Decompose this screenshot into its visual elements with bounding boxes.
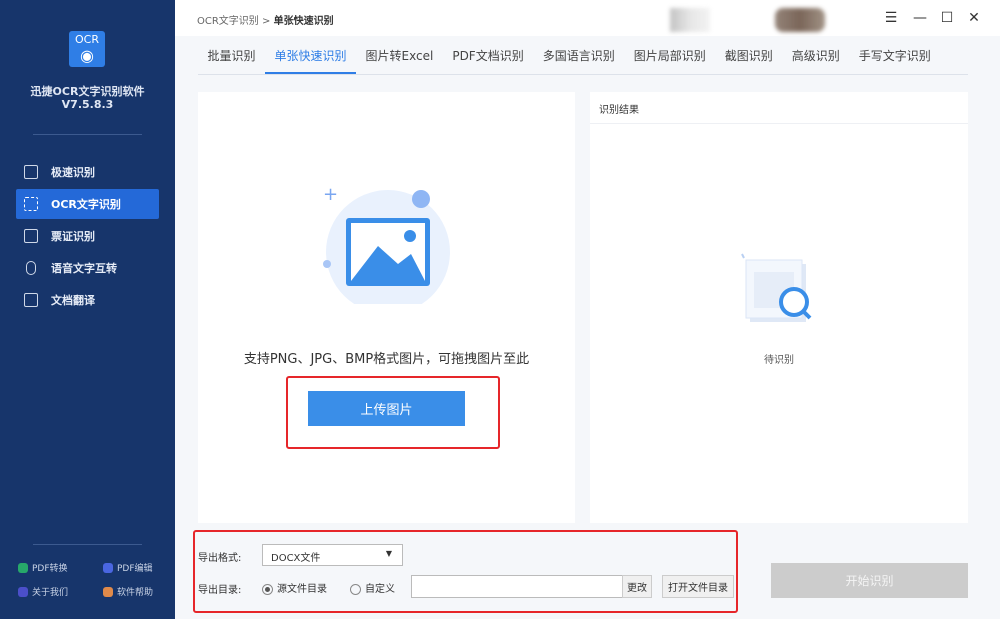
tab-batch[interactable]: 批量识别 bbox=[198, 40, 265, 74]
divider bbox=[33, 544, 142, 545]
svg-text:+: + bbox=[323, 184, 338, 205]
label: 极速识别 bbox=[51, 166, 95, 179]
label: PDF编辑 bbox=[117, 564, 153, 574]
image-placeholder-icon: + bbox=[323, 184, 450, 304]
radio-source-dir[interactable]: 源文件目录 bbox=[262, 580, 327, 595]
label: PDF转换 bbox=[32, 564, 68, 574]
label: OCR文字识别 bbox=[51, 198, 121, 211]
sidebar-item-ticket[interactable]: 票证识别 bbox=[16, 221, 159, 251]
tab-bar: 批量识别 单张快速识别 图片转Excel PDF文档识别 多国语言识别 图片局部… bbox=[198, 40, 968, 75]
app-version: V7.5.8.3 bbox=[61, 98, 114, 111]
tab-pdf[interactable]: PDF文档识别 bbox=[443, 40, 533, 74]
maximize-button[interactable]: ☐ bbox=[939, 10, 955, 26]
radio-unchecked-icon bbox=[350, 583, 361, 595]
blurred-avatar bbox=[775, 8, 825, 32]
label: 软件帮助 bbox=[117, 588, 154, 598]
app-name: 迅捷OCR文字识别软件 bbox=[30, 85, 145, 98]
label: 文档翻译 bbox=[51, 294, 95, 307]
tab-screenshot[interactable]: 截图识别 bbox=[715, 40, 782, 74]
pdf-convert-link[interactable]: PDF转换 bbox=[18, 561, 68, 574]
result-title: 识别结果 bbox=[599, 105, 639, 116]
menu-icon[interactable]: ☰ bbox=[883, 10, 899, 26]
tab-single[interactable]: 单张快速识别 bbox=[265, 40, 357, 74]
logo-text: OCR bbox=[75, 33, 99, 46]
label: 关于我们 bbox=[32, 588, 69, 598]
tab-excel[interactable]: 图片转Excel bbox=[356, 40, 443, 74]
tab-partial[interactable]: 图片局部识别 bbox=[624, 40, 715, 74]
breadcrumb-parent[interactable]: OCR文字识别 bbox=[197, 16, 259, 27]
about-link[interactable]: 关于我们 bbox=[18, 585, 68, 598]
app-logo: OCR ◉ bbox=[69, 31, 105, 67]
tab-handwriting[interactable]: 手写文字识别 bbox=[849, 40, 940, 74]
sidebar-item-ocr[interactable]: OCR文字识别 bbox=[16, 189, 159, 219]
sidebar: OCR ◉ 迅捷OCR文字识别软件 V7.5.8.3 极速识别 OCR文字识别 票… bbox=[0, 0, 175, 619]
text-scan-icon bbox=[24, 197, 38, 211]
lightning-icon bbox=[24, 165, 38, 179]
tab-advanced[interactable]: 高级识别 bbox=[782, 40, 849, 74]
microphone-icon bbox=[26, 261, 36, 275]
breadcrumb: OCR文字识别 > 单张快速识别 bbox=[197, 12, 334, 27]
card-icon bbox=[24, 229, 38, 243]
export-format-select[interactable]: DOCX文件 ▼ bbox=[262, 544, 403, 566]
breadcrumb-sep: > bbox=[262, 16, 271, 27]
pdf-edit-link[interactable]: PDF编辑 bbox=[103, 561, 153, 574]
sidebar-item-voice[interactable]: 语音文字互转 bbox=[16, 253, 159, 283]
result-panel: 识别结果 待识别 bbox=[590, 92, 968, 523]
divider bbox=[33, 134, 142, 135]
minimize-button[interactable]: — bbox=[912, 10, 928, 26]
export-dir-label: 导出目录: bbox=[198, 585, 242, 596]
change-dir-button[interactable]: 更改 bbox=[622, 575, 652, 598]
sidebar-item-translate[interactable]: 文档翻译 bbox=[16, 285, 159, 315]
close-button[interactable]: ✕ bbox=[966, 10, 982, 26]
pdf-edit-icon bbox=[103, 562, 113, 573]
label: 语音文字互转 bbox=[51, 262, 117, 275]
label: 票证识别 bbox=[51, 230, 95, 243]
open-dir-button[interactable]: 打开文件目录 bbox=[662, 575, 734, 598]
upload-hint: 支持PNG、JPG、BMP格式图片，可拖拽图片至此 bbox=[243, 352, 530, 367]
dropdown-arrow-icon: ▼ bbox=[385, 549, 392, 558]
tab-multilang[interactable]: 多国语言识别 bbox=[533, 40, 624, 74]
document-translate-icon bbox=[24, 293, 38, 307]
breadcrumb-current: 单张快速识别 bbox=[273, 16, 334, 27]
start-recognition-button[interactable]: 开始识别 bbox=[771, 563, 968, 598]
help-link[interactable]: 软件帮助 bbox=[103, 585, 153, 598]
top-bar: OCR文字识别 > 单张快速识别 ☰ — ☐ ✕ bbox=[175, 0, 1000, 36]
chat-icon bbox=[18, 586, 28, 597]
export-path-input[interactable] bbox=[411, 575, 623, 598]
highlight-box bbox=[286, 376, 500, 449]
select-value: DOCX文件 bbox=[271, 553, 321, 564]
pending-search-icon bbox=[741, 253, 812, 322]
result-status: 待识别 bbox=[764, 355, 794, 366]
sidebar-item-fast[interactable]: 极速识别 bbox=[16, 157, 159, 187]
export-settings-box bbox=[193, 530, 738, 613]
eye-icon: ◉ bbox=[80, 46, 94, 65]
pdf-convert-icon bbox=[18, 562, 28, 573]
label: 自定义 bbox=[365, 584, 395, 595]
radio-checked-icon bbox=[262, 583, 273, 595]
export-format-label: 导出格式: bbox=[198, 553, 242, 564]
help-icon bbox=[103, 586, 113, 597]
divider bbox=[590, 123, 968, 124]
blurred-user-info bbox=[670, 8, 710, 32]
label: 源文件目录 bbox=[277, 584, 327, 595]
upload-drop-zone[interactable]: + 支持PNG、JPG、BMP格式图片，可拖拽图片至此 上传图片 bbox=[198, 92, 575, 523]
radio-custom-dir[interactable]: 自定义 bbox=[350, 580, 395, 595]
